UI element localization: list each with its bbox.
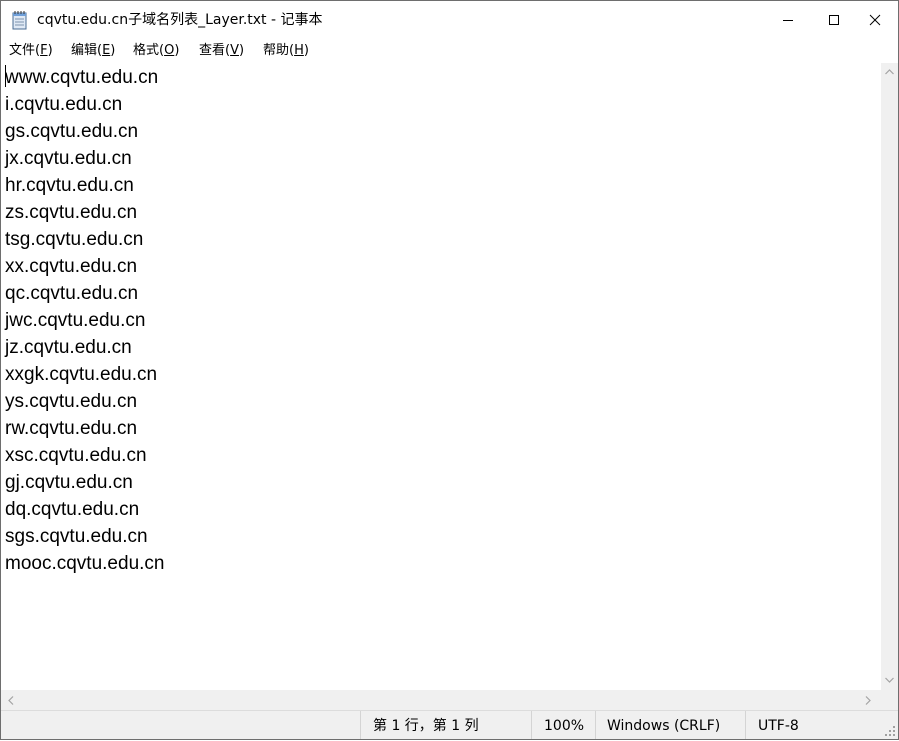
text-line[interactable]: tsg.cqvtu.edu.cn (5, 226, 164, 253)
notepad-window: cqvtu.edu.cn子域名列表_Layer.txt - 记事本 文件(F) … (0, 0, 899, 740)
text-line[interactable]: gs.cqvtu.edu.cn (5, 118, 164, 145)
text-line[interactable]: jx.cqvtu.edu.cn (5, 145, 164, 172)
scroll-up-icon[interactable] (885, 69, 894, 75)
status-bar: 第 1 行，第 1 列 100% Windows (CRLF) UTF-8 (1, 710, 898, 739)
maximize-icon (829, 15, 839, 25)
text-line[interactable]: dq.cqvtu.edu.cn (5, 496, 164, 523)
text-line[interactable]: ys.cqvtu.edu.cn (5, 388, 164, 415)
status-cursor-position: 第 1 行，第 1 列 (360, 711, 531, 739)
menu-format[interactable]: 格式(O) (133, 39, 179, 63)
text-line[interactable]: jwc.cqvtu.edu.cn (5, 307, 164, 334)
menu-file[interactable]: 文件(F) (9, 39, 53, 63)
text-line[interactable]: hr.cqvtu.edu.cn (5, 172, 164, 199)
menu-bar: 文件(F) 编辑(E) 格式(O) 查看(V) 帮助(H) (1, 39, 898, 63)
text-line[interactable]: www.cqvtu.edu.cn (5, 64, 164, 91)
horizontal-scrollbar[interactable] (1, 690, 881, 710)
text-line[interactable]: xx.cqvtu.edu.cn (5, 253, 164, 280)
text-line[interactable]: qc.cqvtu.edu.cn (5, 280, 164, 307)
close-icon (869, 14, 881, 26)
minimize-button[interactable] (765, 1, 811, 39)
minimize-icon (783, 20, 793, 21)
status-line-ending: Windows (CRLF) (595, 711, 745, 739)
menu-view[interactable]: 查看(V) (199, 39, 244, 63)
maximize-button[interactable] (811, 1, 857, 39)
scroll-right-icon[interactable] (865, 696, 871, 705)
menu-help[interactable]: 帮助(H) (263, 39, 309, 63)
status-zoom: 100% (531, 711, 595, 739)
vertical-scrollbar[interactable] (881, 63, 898, 690)
text-line[interactable]: xxgk.cqvtu.edu.cn (5, 361, 164, 388)
text-line[interactable]: zs.cqvtu.edu.cn (5, 199, 164, 226)
text-lines: www.cqvtu.edu.cn i.cqvtu.edu.cn gs.cqvtu… (5, 64, 164, 577)
status-encoding: UTF-8 (745, 711, 880, 739)
close-button[interactable] (852, 1, 898, 39)
text-line[interactable]: sgs.cqvtu.edu.cn (5, 523, 164, 550)
text-line[interactable]: jz.cqvtu.edu.cn (5, 334, 164, 361)
scroll-left-icon[interactable] (8, 696, 14, 705)
notepad-icon (11, 10, 29, 30)
resize-grip-icon[interactable] (884, 725, 896, 737)
text-line[interactable]: xsc.cqvtu.edu.cn (5, 442, 164, 469)
scroll-down-icon[interactable] (885, 677, 894, 683)
text-editor[interactable]: www.cqvtu.edu.cn i.cqvtu.edu.cn gs.cqvtu… (1, 63, 881, 690)
scrollbar-corner (881, 690, 898, 710)
text-line[interactable]: i.cqvtu.edu.cn (5, 91, 164, 118)
window-title: cqvtu.edu.cn子域名列表_Layer.txt - 记事本 (37, 12, 323, 28)
menu-edit[interactable]: 编辑(E) (71, 39, 115, 63)
text-line[interactable]: rw.cqvtu.edu.cn (5, 415, 164, 442)
text-caret (5, 65, 6, 87)
text-line[interactable]: mooc.cqvtu.edu.cn (5, 550, 164, 577)
title-bar[interactable]: cqvtu.edu.cn子域名列表_Layer.txt - 记事本 (1, 1, 898, 39)
text-line[interactable]: gj.cqvtu.edu.cn (5, 469, 164, 496)
